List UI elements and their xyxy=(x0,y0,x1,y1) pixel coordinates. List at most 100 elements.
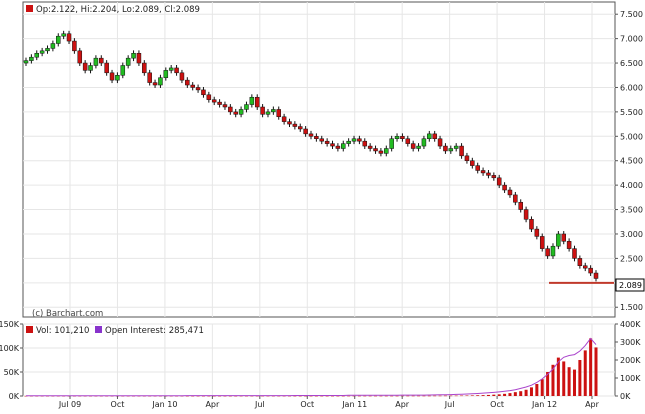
volume-bar xyxy=(357,395,361,397)
candle-up xyxy=(416,145,421,149)
x-tick-label: Jul 09 xyxy=(58,400,81,409)
volume-bar xyxy=(395,395,399,397)
volume-bar xyxy=(508,393,512,396)
candle-down xyxy=(330,143,335,147)
candle-up xyxy=(131,53,136,59)
volume-bar xyxy=(465,395,469,397)
volume-bar xyxy=(486,394,490,396)
candle-up xyxy=(271,109,276,113)
oi-y-tick-label: 100K xyxy=(620,374,641,383)
candle-down xyxy=(410,143,416,149)
open-interest-right-axis: 0K 100K 200K 300K 400K xyxy=(615,320,641,401)
price-y-tick-label: 7.000 xyxy=(620,35,643,44)
volume-bar xyxy=(535,384,539,396)
candle-up xyxy=(29,56,34,61)
candle-down xyxy=(195,87,201,91)
vol-legend-marker xyxy=(26,326,33,333)
candle-down xyxy=(566,241,572,249)
candle-up xyxy=(421,138,427,147)
candle-down xyxy=(136,53,142,64)
volume-bar xyxy=(433,395,437,397)
volume-bar xyxy=(427,395,431,397)
oi-y-tick-label: 400K xyxy=(620,320,641,329)
oi-y-tick-label: 0K xyxy=(620,392,631,401)
price-y-tick-label: 5.500 xyxy=(620,108,643,117)
candle-up xyxy=(115,75,120,81)
volume-bar xyxy=(572,369,576,396)
candle-down xyxy=(373,148,378,152)
volume-bar xyxy=(578,360,582,396)
volume-bar xyxy=(368,395,372,397)
volume-bar xyxy=(347,395,351,397)
candle-down xyxy=(437,138,443,147)
candle-up xyxy=(158,77,163,86)
candle-down xyxy=(561,233,566,242)
candle-up xyxy=(56,35,61,44)
volume-bar xyxy=(562,361,566,396)
x-tick-label: Jul xyxy=(444,400,455,409)
candle-up xyxy=(427,133,432,139)
volume-bar xyxy=(438,395,442,397)
candle-down xyxy=(319,138,325,142)
candle-down xyxy=(174,67,179,74)
watermark: (c) Barchart.com xyxy=(32,309,103,319)
candle-down xyxy=(593,272,599,279)
candle-up xyxy=(265,111,271,115)
volume-y-tick-label: 150K xyxy=(0,320,20,329)
volume-bar xyxy=(567,367,571,396)
volume-bar xyxy=(379,395,383,397)
candle-down xyxy=(104,62,109,74)
volume-bar xyxy=(497,394,501,396)
volume-bar xyxy=(524,389,528,396)
price-y-tick-label: 3.000 xyxy=(620,230,643,239)
price-y-tick-label: 1.500 xyxy=(620,303,643,312)
volume-left-axis: 0K 50K 100K 150K xyxy=(0,320,23,401)
x-tick-label: Apr xyxy=(585,400,600,409)
oi-y-tick-label: 300K xyxy=(620,338,641,347)
price-y-tick-label: 7.500 xyxy=(620,10,643,19)
candle-down xyxy=(179,72,185,81)
candle-down xyxy=(292,123,298,127)
candle-down xyxy=(82,62,88,71)
volume-bar xyxy=(422,395,426,397)
volume-y-tick-label: 100K xyxy=(0,344,20,353)
oi-y-tick-label: 200K xyxy=(620,356,641,365)
volume-bar xyxy=(454,395,458,397)
candle-down xyxy=(523,209,529,220)
candle-down xyxy=(287,121,292,125)
vol-legend-text: Vol: 101,210 xyxy=(36,326,89,336)
candle-up xyxy=(23,60,29,64)
volume-bar xyxy=(519,391,523,396)
candle-down xyxy=(459,145,464,157)
volume-bar xyxy=(583,350,587,396)
candle-down xyxy=(491,175,497,179)
candle-down xyxy=(443,145,448,152)
candle-down xyxy=(324,140,330,144)
candle-down xyxy=(400,136,405,139)
x-axis: Jul 09 Oct Jan 10 Apr Jul Oct Jan 11 Apr Jul Oct J… xyxy=(58,396,600,409)
candle-down xyxy=(222,104,228,108)
x-tick-label: Jan 11 xyxy=(341,400,367,409)
candle-up xyxy=(351,138,357,142)
price-y-tick-label: 2.500 xyxy=(620,254,643,263)
candle-down xyxy=(464,155,470,161)
candle-down xyxy=(357,138,362,142)
volume-y-tick-label: 50K xyxy=(4,368,20,377)
price-y-axis: 1.5002.0002.5003.0003.5004.0004.5005.000… xyxy=(615,10,643,312)
candle-down xyxy=(480,170,486,174)
candle-down xyxy=(475,165,480,171)
volume-bar xyxy=(529,387,533,396)
candle-up xyxy=(34,53,40,58)
price-y-tick-label: 4.000 xyxy=(620,181,643,190)
candle-down xyxy=(432,133,437,139)
candle-down xyxy=(582,265,588,269)
volume-bar xyxy=(481,395,485,396)
x-tick-label: Oct xyxy=(490,400,504,409)
x-tick-label: Apr xyxy=(205,400,220,409)
candle-up xyxy=(168,67,174,71)
candle-down xyxy=(470,160,475,166)
candle-down xyxy=(529,219,534,230)
candle-up xyxy=(346,140,351,144)
candle-up xyxy=(556,233,561,247)
volume-bar xyxy=(417,395,421,397)
